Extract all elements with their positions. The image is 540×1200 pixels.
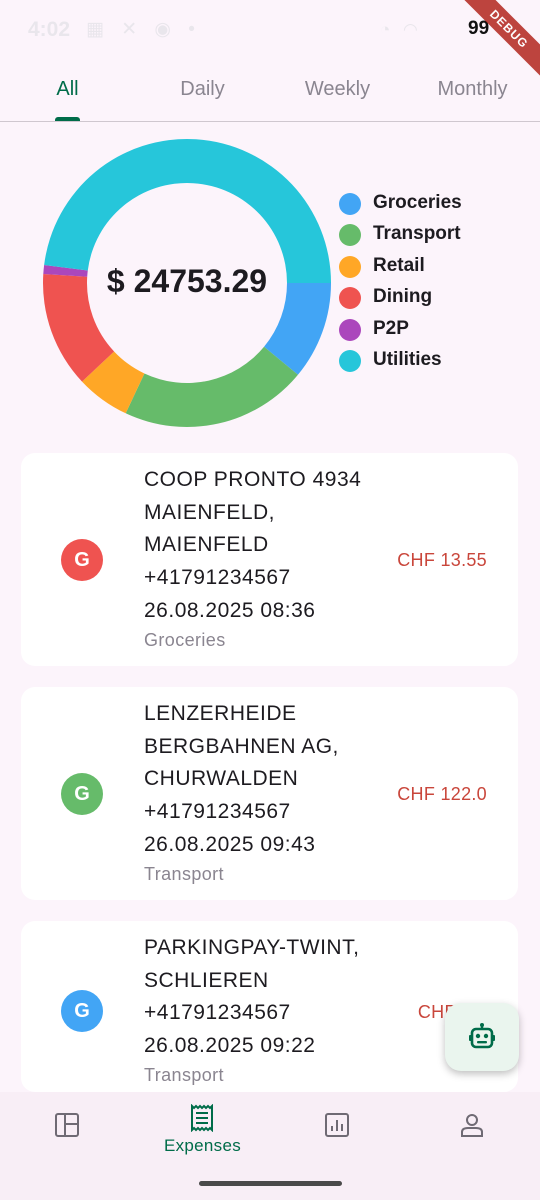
legend-dot (339, 255, 361, 278)
donut-slice-transport (125, 346, 298, 427)
total-spending: $ 24753.29 (106, 263, 268, 299)
assistant-fab[interactable] (445, 1003, 519, 1071)
tab-daily[interactable]: Daily (135, 60, 270, 120)
legend-dot (339, 224, 361, 247)
legend-label: P2P (373, 317, 409, 339)
period-tabs: All Daily Weekly Monthly (0, 60, 540, 122)
legend-dot (339, 193, 361, 215)
status-time: 4:02 (28, 18, 71, 41)
tab-all[interactable]: All (0, 60, 135, 120)
receipt-icon (191, 1104, 213, 1132)
tab-weekly[interactable]: Weekly (270, 60, 405, 120)
legend-label: Dining (373, 286, 433, 308)
legend-dot (339, 318, 361, 341)
merchant-name: LENZERHEIDE BERGBAHNEN AG, CHURWALDEN +4… (144, 702, 339, 856)
notification-icons: ▦ ✕ ◉ • (86, 19, 201, 40)
profile-icon (461, 1114, 483, 1137)
transaction-category: Transport (144, 864, 224, 884)
merchant-name: PARKINGPAY-TWINT, SCHLIEREN +41791234567… (144, 936, 360, 1058)
transaction-amount: CHF 13.55 (397, 550, 487, 570)
chart-icon (325, 1113, 349, 1137)
dashboard-icon (55, 1113, 79, 1137)
transaction-amount: CHF 122.0 (397, 784, 487, 804)
category-avatar: G (61, 773, 103, 815)
legend-label: Utilities (373, 348, 442, 370)
nav-label-expenses: Expenses (163, 1136, 242, 1155)
transaction-category: Groceries (144, 630, 226, 650)
legend-label: Retail (373, 254, 425, 276)
status-bar: 4:02 ▦ ✕ ◉ • ◔ ◠ 99 (0, 0, 540, 60)
tab-monthly[interactable]: Monthly (405, 60, 540, 120)
tab-indicator (55, 117, 80, 121)
signal-wifi-icons: ◔ ◠ (380, 20, 422, 39)
category-avatar: G (61, 539, 103, 581)
transaction-card[interactable]: G COOP PRONTO 4934 MAIENFELD, MAIENFELD … (21, 453, 518, 666)
donut-slice-utilities (44, 138, 331, 283)
home-indicator (199, 1181, 342, 1186)
nav-item-expenses[interactable]: Expenses (135, 1092, 270, 1192)
nav-item-profile[interactable] (405, 1092, 540, 1192)
robot-icon (469, 1023, 495, 1049)
nav-item-analytics[interactable] (270, 1092, 405, 1192)
legend-dot (339, 349, 361, 372)
legend-label: Transport (373, 223, 461, 245)
legend-label: Groceries (373, 192, 462, 213)
transaction-category: Transport (144, 1065, 224, 1085)
merchant-name: COOP PRONTO 4934 MAIENFELD, MAIENFELD +4… (144, 468, 362, 622)
nav-item-dashboard[interactable] (0, 1092, 135, 1192)
transaction-card[interactable]: G LENZERHEIDE BERGBAHNEN AG, CHURWALDEN … (21, 687, 518, 900)
legend-dot (339, 287, 361, 310)
transaction-card[interactable]: G PARKINGPAY-TWINT, SCHLIEREN +417912345… (21, 921, 518, 1092)
category-avatar: G (61, 990, 103, 1032)
